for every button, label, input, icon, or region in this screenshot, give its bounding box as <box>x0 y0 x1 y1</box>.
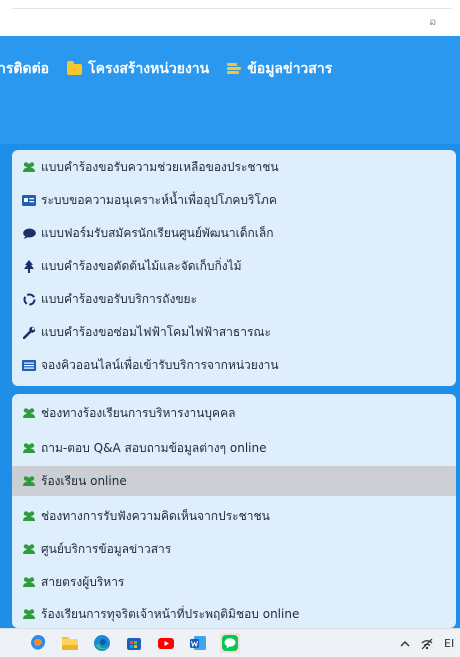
list-item-label: ช่องทางการรับฟังความคิดเห็นจากประชาชน <box>41 508 270 523</box>
edge-icon[interactable] <box>92 633 112 653</box>
list-item-label: แบบคำร้องขอตัดต้นไม้และจัดเก็บกิ่งไม้ <box>41 258 242 273</box>
eservice-panel: แบบคำร้องขอรับความช่วยเหลือของประชาชน ระ… <box>12 150 456 386</box>
list-item-label: ร้องเรียนการทุจริตเจ้าหน้าที่ประพฤติมิชอ… <box>41 606 300 621</box>
store-icon[interactable] <box>124 633 144 653</box>
wrench-icon <box>22 326 36 339</box>
list-item-label: แบบคำร้องขอรับบริการถังขยะ <box>41 291 198 306</box>
users-icon <box>22 475 36 487</box>
list-item[interactable]: ช่องทางการรับฟังความคิดเห็นจากประชาชน <box>12 501 456 531</box>
nav-item-contact[interactable]: ารติดต่อ <box>0 58 49 80</box>
list-item[interactable]: แบบฟอร์มรับสมัครนักเรียนศูนย์พัฒนาเด็กเล… <box>12 218 456 248</box>
list-item-label: จองคิวออนไลน์เพื่อเข้ารับบริการจากหน่วยง… <box>41 357 279 372</box>
complaint-panel: ช่องทางร้องเรียนการบริหารงานบุคคล ถาม-ตอ… <box>12 394 456 628</box>
nav-item-structure[interactable]: โครงสร้างหน่วยงาน <box>67 58 209 80</box>
list-item[interactable]: ช่องทางร้องเรียนการบริหารงานบุคคล <box>12 398 456 428</box>
users-icon <box>22 510 36 522</box>
list-item-label: แบบคำร้องขอซ่อมไฟฟ้าโคมไฟฟ้าสาธารณะ <box>41 324 271 339</box>
list-item[interactable]: ระบบขอความอนุเคราะห์น้ำเพื่ออุปโภคบริโภค <box>12 185 456 215</box>
youtube-icon[interactable] <box>156 633 176 653</box>
taskbar: EI <box>0 628 460 657</box>
list-item[interactable]: ร้องเรียนการทุจริตเจ้าหน้าที่ประพฤติมิชอ… <box>12 600 456 628</box>
list-item-label: ศูนย์บริการข้อมูลข่าวสาร <box>41 541 172 556</box>
file-explorer-icon[interactable] <box>60 633 80 653</box>
list-item[interactable]: สายตรงผู้บริหาร <box>12 567 456 597</box>
list-item-label: ร้องเรียน online <box>41 473 127 488</box>
chevron-up-icon[interactable] <box>398 636 412 650</box>
copilot-icon[interactable] <box>28 633 48 653</box>
main-nav: ารติดต่อ โครงสร้างหน่วยงาน ข้อมูลข่าวสาร <box>0 58 350 80</box>
users-icon <box>22 576 36 588</box>
nav-item-news[interactable]: ข้อมูลข่าวสาร <box>227 58 332 80</box>
list-item-label: แบบคำร้องขอรับความช่วยเหลือของประชาชน <box>41 159 279 174</box>
list-item[interactable]: จองคิวออนไลน์เพื่อเข้ารับบริการจากหน่วยง… <box>12 350 456 380</box>
folder-icon <box>67 60 83 75</box>
nav-item-label: ารติดต่อ <box>0 61 50 77</box>
users-icon <box>22 543 36 555</box>
site-header: ารติดต่อ โครงสร้างหน่วยงาน ข้อมูลข่าวสาร <box>0 36 460 144</box>
tree-icon <box>22 259 36 273</box>
list-item-label: แบบฟอร์มรับสมัครนักเรียนศูนย์พัฒนาเด็กเล… <box>41 225 274 240</box>
nav-item-label: ข้อมูลข่าวสาร <box>247 61 333 77</box>
list-item[interactable]: แบบคำร้องขอรับบริการถังขยะ <box>12 284 456 314</box>
line-icon[interactable] <box>220 633 240 653</box>
tray-text: EI <box>444 637 455 650</box>
users-icon <box>22 161 36 173</box>
users-icon <box>22 442 36 454</box>
network-icon[interactable] <box>420 636 434 650</box>
nav-item-label: โครงสร้างหน่วยงาน <box>88 61 210 77</box>
list-item-active[interactable]: ร้องเรียน online <box>12 466 456 496</box>
id-card-icon <box>22 194 36 206</box>
list-icon <box>22 359 36 371</box>
top-glyph: ລ <box>429 17 437 28</box>
list-item[interactable]: ศูนย์บริการข้อมูลข่าวสาร <box>12 534 456 564</box>
list-item[interactable]: ถาม-ตอบ Q&A สอบถามข้อมูลต่างๆ online <box>12 433 456 463</box>
chat-bubble-icon <box>22 227 36 239</box>
list-item-label: ช่องทางร้องเรียนการบริหารงานบุคคล <box>41 405 236 420</box>
list-item[interactable]: แบบคำร้องขอตัดต้นไม้และจัดเก็บกิ่งไม้ <box>12 251 456 281</box>
users-icon <box>22 608 36 620</box>
list-item-label: สายตรงผู้บริหาร <box>41 574 125 589</box>
list-item-label: ระบบขอความอนุเคราะห์น้ำเพื่ออุปโภคบริโภค <box>41 192 277 207</box>
newspaper-icon <box>227 63 242 75</box>
list-item[interactable]: แบบคำร้องขอซ่อมไฟฟ้าโคมไฟฟ้าสาธารณะ <box>12 317 456 347</box>
divider <box>12 8 452 9</box>
recycle-icon <box>22 293 36 305</box>
list-item[interactable]: แบบคำร้องขอรับความช่วยเหลือของประชาชน <box>12 152 456 182</box>
word-icon[interactable] <box>188 633 208 653</box>
browser-top-area: ລ <box>0 0 460 36</box>
list-item-label: ถาม-ตอบ Q&A สอบถามข้อมูลต่างๆ online <box>41 440 267 455</box>
users-icon <box>22 407 36 419</box>
